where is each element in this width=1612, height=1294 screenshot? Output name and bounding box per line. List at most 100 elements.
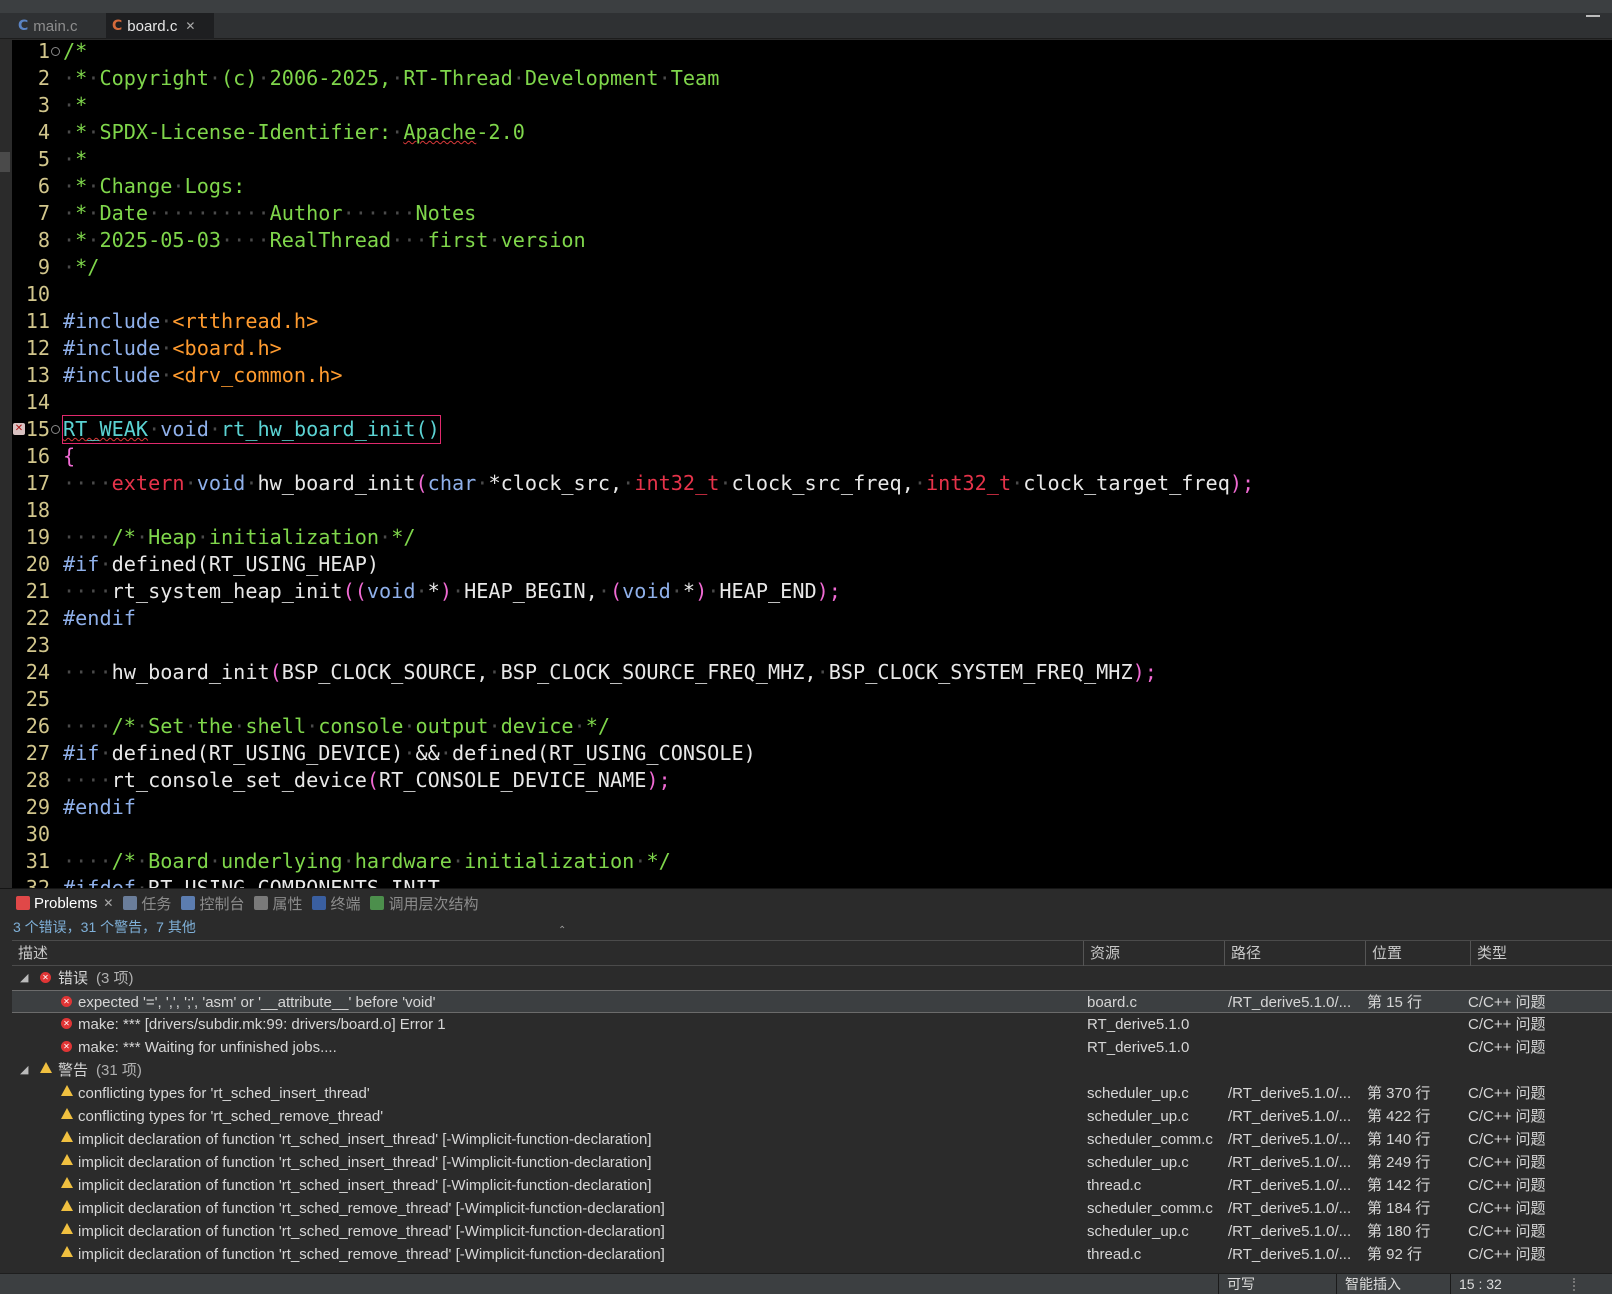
code-line[interactable]: 2 ·*·Copyright·(c)·2006-2025,·RT-Thread·D…	[0, 65, 1612, 92]
code-token: RT_WEAK	[63, 417, 149, 441]
code-token: initialization	[464, 849, 635, 873]
tasks-icon	[123, 896, 138, 910]
table-row[interactable]: ✕ make: *** [drivers/subdir.mk:99: driver…	[12, 1013, 1612, 1036]
problem-resource: thread.c	[1087, 1177, 1142, 1194]
problem-description: implicit declaration of function 'rt_sch…	[78, 1223, 665, 1240]
panel-tab-terminal[interactable]: 终端	[308, 891, 366, 915]
code-token: ·	[476, 471, 489, 495]
code-token: (	[366, 768, 380, 792]
code-line[interactable]: 32 #ifdef·RT_USING_COMPONENTS_INIT	[0, 875, 1612, 888]
code-token: ·	[707, 579, 720, 603]
column-resource[interactable]: 资源	[1083, 941, 1224, 966]
code-editor[interactable]: 1/* 2 ·*·Copyright·(c)·2006-2025,·RT-Threa…	[0, 40, 1612, 888]
code-token: ·	[63, 255, 76, 279]
code-line[interactable]: 16 {	[0, 443, 1612, 470]
warning-icon	[61, 1220, 73, 1243]
line-number: 1	[37, 40, 50, 63]
line-number: 6	[37, 174, 50, 198]
table-row[interactable]: ✕ expected '=', ',', ';', 'asm' or '__att…	[12, 990, 1612, 1013]
code-line[interactable]: 6 ·*·Change·Logs:	[0, 173, 1612, 200]
code-line[interactable]: 10	[0, 281, 1612, 308]
maximize-icon[interactable]	[1586, 15, 1600, 20]
code-line[interactable]: 28 ····rt_console_set_device(RT_CONSOLE_D…	[0, 767, 1612, 794]
table-row[interactable]: conflicting types for 'rt_sched_remove_t…	[12, 1105, 1612, 1128]
table-row[interactable]: implicit declaration of function 'rt_sch…	[12, 1174, 1612, 1197]
code-line[interactable]: 13 #include·<drv_common.h>	[0, 362, 1612, 389]
warning-icon	[61, 1174, 73, 1197]
table-row[interactable]: implicit declaration of function 'rt_sch…	[12, 1197, 1612, 1220]
problem-resource: scheduler_up.c	[1087, 1108, 1189, 1125]
code-token: *	[75, 120, 88, 144]
table-row[interactable]: ✕ make: *** Waiting for unfinished jobs..…	[12, 1036, 1612, 1059]
table-row[interactable]: conflicting types for 'rt_sched_insert_t…	[12, 1082, 1612, 1105]
group-label: 警告	[58, 1062, 89, 1079]
code-line[interactable]: 24 ····hw_board_init(BSP_CLOCK_SOURCE,·BS…	[0, 659, 1612, 686]
code-line[interactable]: 1 /*	[0, 40, 1612, 65]
table-row[interactable]: implicit declaration of function 'rt_sch…	[12, 1128, 1612, 1151]
panel-tab-console[interactable]: 控制台	[177, 891, 250, 915]
fold-toggle-icon[interactable]	[51, 425, 60, 434]
code-line[interactable]: 11 #include·<rtthread.h>	[0, 308, 1612, 335]
close-icon[interactable]: ✕	[185, 19, 195, 33]
code-line[interactable]: ✕ 15 RT_WEAK·void·rt_hw_board_init()	[0, 415, 1612, 444]
close-icon[interactable]: ✕	[103, 896, 113, 910]
code-token: ·	[135, 876, 149, 888]
code-line[interactable]: 4 ·*·SPDX-License-Identifier:·Apache-2.0	[0, 119, 1612, 146]
code-line[interactable]: 5 ·*	[0, 146, 1612, 173]
fold-toggle-icon[interactable]	[51, 47, 60, 56]
code-line[interactable]: 21 ····rt_system_heap_init((void·*)·HEAP_…	[0, 578, 1612, 605]
code-line[interactable]: 9 ·*/	[0, 254, 1612, 281]
code-line[interactable]: 12 #include·<board.h>	[0, 335, 1612, 362]
code-line[interactable]: 3 ·*	[0, 92, 1612, 119]
code-line[interactable]: 27 #if·defined(RT_USING_DEVICE)·&&·define…	[0, 740, 1612, 767]
code-line[interactable]: 17 ····extern·void·hw_board_init(char·*cl…	[0, 470, 1612, 497]
code-token: ······	[342, 201, 416, 225]
line-number: 8	[37, 228, 50, 252]
code-token: ·	[245, 471, 258, 495]
code-token: #if	[63, 741, 100, 765]
code-line[interactable]: 29 #endif	[0, 794, 1612, 821]
column-type[interactable]: 类型	[1470, 941, 1612, 966]
code-line[interactable]: 23	[0, 632, 1612, 659]
table-row[interactable]: implicit declaration of function 'rt_sch…	[12, 1220, 1612, 1243]
code-line[interactable]: 8 ·*·2025-05-03····RealThread···first·ver…	[0, 227, 1612, 254]
code-token: ·	[488, 228, 501, 252]
panel-tab-call-hierarchy[interactable]: 调用层次结构	[366, 891, 484, 915]
code-line[interactable]: 20 #if·defined(RT_USING_HEAP)	[0, 551, 1612, 578]
problem-type: C/C++ 问题	[1468, 1154, 1546, 1171]
tab-main-c[interactable]: C main.c	[12, 13, 106, 39]
code-line[interactable]: 22 #endif	[0, 605, 1612, 632]
code-line[interactable]: 31 ····/*·Board·underlying·hardware·initi…	[0, 848, 1612, 875]
code-token: ·	[415, 579, 428, 603]
line-number: 11	[25, 309, 50, 333]
warning-group-row[interactable]: ◢ 警告 (31 项)	[12, 1059, 1612, 1082]
error-group-row[interactable]: ◢ ✕ 错误 (3 项)	[12, 967, 1612, 990]
panel-tab-properties[interactable]: 属性	[250, 891, 308, 915]
code-line[interactable]: 26 ····/*·Set·the·shell·console·output·de…	[0, 713, 1612, 740]
panel-tab-problems[interactable]: Problems ✕	[12, 891, 120, 915]
collapse-arrow-icon[interactable]: ◢	[20, 1059, 28, 1082]
problem-location: 第 422 行	[1367, 1108, 1431, 1125]
code-token: int32_t	[634, 471, 720, 495]
code-line[interactable]: 25	[0, 686, 1612, 713]
collapse-arrow-icon[interactable]: ◢	[20, 967, 28, 990]
code-line[interactable]: 14	[0, 389, 1612, 416]
code-token: Date	[99, 201, 149, 225]
column-location[interactable]: 位置	[1365, 941, 1470, 966]
panel-tab-tasks[interactable]: 任务	[119, 891, 177, 915]
code-line[interactable]: 30	[0, 821, 1612, 848]
column-description[interactable]: 描述	[12, 941, 1083, 966]
code-line[interactable]: 18	[0, 497, 1612, 524]
code-token: *	[75, 147, 88, 171]
problem-type: C/C++ 问题	[1468, 1223, 1546, 1240]
code-token: */	[75, 255, 100, 279]
table-row[interactable]: implicit declaration of function 'rt_sch…	[12, 1151, 1612, 1174]
table-row[interactable]: implicit declaration of function 'rt_sch…	[12, 1243, 1612, 1266]
line-number: 7	[37, 201, 50, 225]
code-line[interactable]: 19 ····/*·Heap·initialization·*/	[0, 524, 1612, 551]
code-token: device	[500, 714, 574, 738]
code-line[interactable]: 7 ·*·Date··········Author······Notes	[0, 200, 1612, 227]
tab-board-c[interactable]: C board.c ✕	[106, 13, 214, 39]
column-path[interactable]: 路径	[1224, 941, 1365, 966]
code-token: Apache	[403, 120, 477, 144]
